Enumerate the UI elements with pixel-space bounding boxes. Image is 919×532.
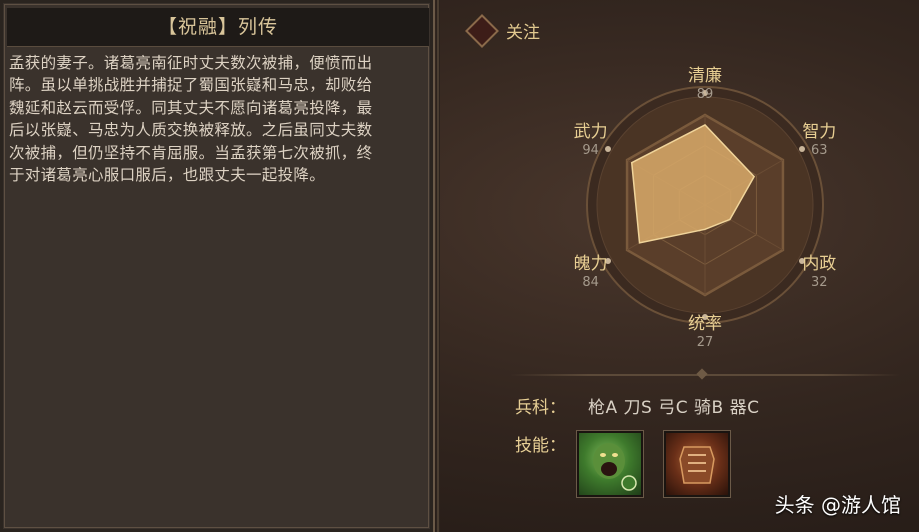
stat-0: 清廉 89 xyxy=(675,61,735,102)
stat-name: 智力 xyxy=(802,122,837,142)
stat-5: 武力 94 xyxy=(561,117,621,158)
stat-name: 内政 xyxy=(802,254,837,274)
stat-value: 27 xyxy=(696,335,714,350)
watermark: 头条 @游人馆 xyxy=(774,493,901,517)
stat-value: 94 xyxy=(582,143,599,158)
stat-value: 63 xyxy=(811,143,828,158)
roaring-warrior-icon[interactable] xyxy=(577,431,643,497)
follow-label: 关注 xyxy=(506,23,540,43)
stat-name: 武力 xyxy=(573,122,608,142)
troops-values: 枪A 刀S 弓C 骑B 器C xyxy=(588,398,760,418)
stat-name: 统率 xyxy=(688,314,722,334)
stat-3: 统率 27 xyxy=(675,309,735,350)
stat-name: 魄力 xyxy=(573,254,608,274)
biography-panel: 【祝融】列传 孟获的妻子。诸葛亮南征时丈夫数次被捕，便愤而出 阵。虽以单挑战胜并… xyxy=(0,0,435,532)
stat-value: 84 xyxy=(582,275,599,290)
skills-label: 技能： xyxy=(515,436,566,456)
diamond-icon xyxy=(465,13,499,48)
stat-2: 内政 32 xyxy=(789,249,849,290)
stat-4: 魄力 84 xyxy=(561,249,621,290)
stat-1: 智力 63 xyxy=(789,117,849,158)
armor-icon[interactable] xyxy=(664,431,730,497)
troop-types: 兵科： 枪A 刀S 弓C 骑B 器C xyxy=(515,393,759,418)
stat-value: 89 xyxy=(696,87,714,102)
biography-text: 孟获的妻子。诸葛亮南征时丈夫数次被捕，便愤而出 阵。虽以单挑战胜并捕捉了蜀国张嶷… xyxy=(9,54,373,185)
troops-label: 兵科： xyxy=(515,398,566,418)
panel-divider xyxy=(436,0,440,532)
biography-title: 【祝融】列传 xyxy=(7,8,429,47)
follow-button[interactable]: 关注 xyxy=(465,13,540,48)
stat-value: 32 xyxy=(811,275,828,290)
stat-name: 清廉 xyxy=(688,66,722,86)
